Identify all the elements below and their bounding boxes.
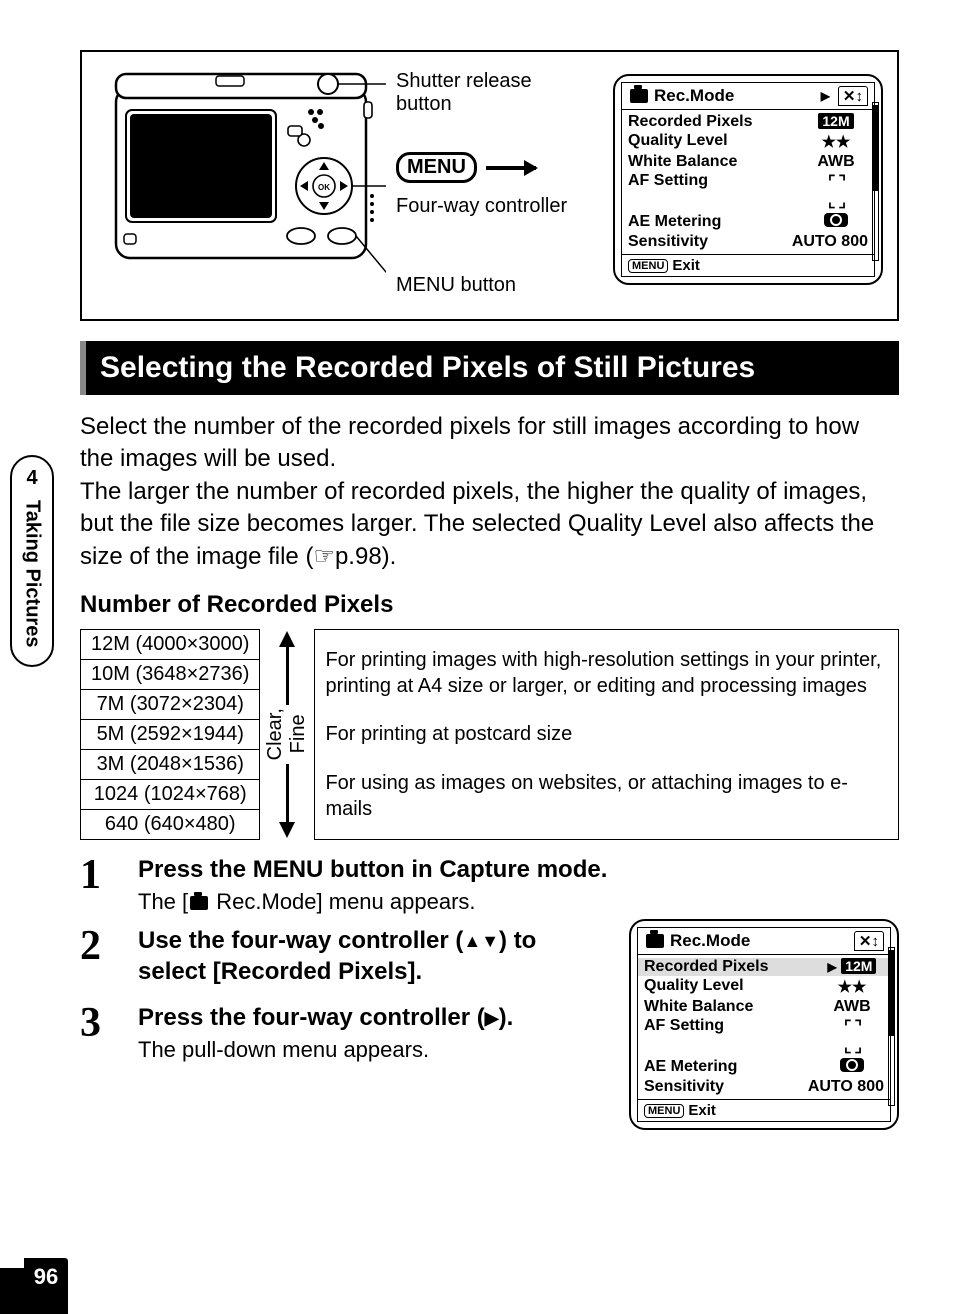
desc-mid: For printing at postcard size bbox=[325, 721, 888, 747]
pix-row: 7M (3072×2304) bbox=[81, 689, 260, 719]
chapter-title: Taking Pictures bbox=[21, 500, 44, 647]
lcd2-row0-label: Recorded Pixels bbox=[644, 958, 820, 976]
arrow-label: Clear, Fine bbox=[264, 705, 310, 763]
lcd-scrollbar bbox=[872, 102, 879, 261]
step3-note: The pull-down menu appears. bbox=[138, 1037, 566, 1063]
lcd-scrollbar bbox=[888, 947, 895, 1106]
lcd1-title: Rec.Mode bbox=[654, 86, 734, 106]
pix-row: 3M (2048×1536) bbox=[81, 749, 260, 779]
lcd2-row5-label: Sensitivity bbox=[644, 1078, 808, 1096]
arrow-right-icon bbox=[486, 166, 536, 170]
pixels-descriptions: For printing images with high-resolution… bbox=[314, 629, 899, 840]
setup-tab-icon: ✕↕ bbox=[854, 931, 884, 951]
step1-title: Press the MENU button in Capture mode. bbox=[138, 854, 899, 885]
lcd2-row5-val: AUTO 800 bbox=[808, 1078, 884, 1096]
arrow-up-icon bbox=[279, 631, 295, 647]
chapter-tab: 4 Taking Pictures bbox=[10, 455, 54, 667]
diagram-labels: Shutter release button MENU Four-way con… bbox=[396, 66, 576, 305]
menu-chip: MENU bbox=[396, 152, 477, 183]
lcd2-row2-label: White Balance bbox=[644, 998, 820, 1016]
camera-icon bbox=[630, 89, 648, 103]
lcd1-exit: Exit bbox=[672, 257, 700, 274]
lcd-screen-1: Rec.Mode ▶ ✕↕ Recorded Pixels 12M Quality… bbox=[613, 74, 883, 285]
lcd1-row2-label: White Balance bbox=[628, 153, 804, 171]
page-number: 96 bbox=[24, 1258, 68, 1296]
svg-text:OK: OK bbox=[318, 183, 330, 192]
chapter-number: 4 bbox=[26, 467, 37, 490]
arrow-down-icon bbox=[279, 822, 295, 838]
step-number: 2 bbox=[80, 925, 120, 987]
af-area-icon: ⌜ ⌝⌞ ⌟ bbox=[820, 1017, 884, 1057]
step-number: 3 bbox=[80, 1002, 120, 1063]
chevron-right-icon: ▶ bbox=[821, 89, 830, 103]
camera-icon bbox=[646, 934, 664, 948]
sub-heading: Number of Recorded Pixels bbox=[80, 591, 899, 619]
step1-note: The [ Rec.Mode] menu appears. bbox=[138, 889, 899, 915]
lcd2-row1-val: ★★ bbox=[820, 977, 884, 997]
lcd-screen-2: Rec.Mode ✕↕ Recorded Pixels▶ 12M Quality… bbox=[629, 919, 899, 1130]
lcd2-title: Rec.Mode bbox=[670, 931, 750, 951]
lcd2-row2-val: AWB bbox=[820, 998, 884, 1016]
intro-text: Select the number of the recorded pixels… bbox=[80, 411, 899, 573]
pixels-table: 12M (4000×3000) 10M (3648×2736) 7M (3072… bbox=[80, 629, 260, 840]
page: 4 Taking Pictures OK bbox=[0, 0, 954, 1180]
pix-row: 5M (2592×1944) bbox=[81, 719, 260, 749]
steps: 1 Press the MENU button in Capture mode.… bbox=[80, 854, 899, 1130]
pix-row: 1024 (1024×768) bbox=[81, 779, 260, 809]
lcd1-row3-label: AF Setting bbox=[628, 172, 804, 212]
lcd1-row2-val: AWB bbox=[804, 153, 868, 171]
step3-title: Press the four-way controller (▶). bbox=[138, 1002, 566, 1033]
lcd2-row4-label: AE Metering bbox=[644, 1058, 820, 1077]
step-number: 1 bbox=[80, 854, 120, 915]
lcd2-row3-label: AF Setting bbox=[644, 1017, 820, 1057]
camera-illustration: OK bbox=[106, 66, 386, 286]
desc-top: For printing images with high-resolution… bbox=[325, 647, 888, 699]
label-four-way: Four-way controller bbox=[396, 195, 576, 218]
camera-icon bbox=[190, 896, 208, 910]
label-shutter: Shutter release button bbox=[396, 70, 576, 116]
af-area-icon: ⌜ ⌝⌞ ⌟ bbox=[804, 172, 868, 212]
lcd1-row1-label: Quality Level bbox=[628, 132, 804, 152]
ae-metering-icon bbox=[840, 1058, 864, 1072]
ae-metering-icon bbox=[824, 213, 848, 227]
lcd1-row1-val: ★★ bbox=[804, 132, 868, 152]
menu-mini: MENU bbox=[628, 259, 668, 273]
label-menu-button: MENU button bbox=[396, 274, 576, 297]
pix-row: 12M (4000×3000) bbox=[81, 629, 260, 659]
parts-diagram: OK Shutter release button bbox=[80, 50, 899, 321]
lcd1-row5-label: Sensitivity bbox=[628, 233, 792, 251]
lcd1-row5-val: AUTO 800 bbox=[792, 233, 868, 251]
pixels-reference: 12M (4000×3000) 10M (3648×2736) 7M (3072… bbox=[80, 629, 899, 840]
menu-mini: MENU bbox=[644, 1104, 684, 1118]
lcd2-row1-label: Quality Level bbox=[644, 977, 820, 997]
step2-title: Use the four-way controller (▲▼) to sele… bbox=[138, 925, 566, 987]
section-heading: Selecting the Recorded Pixels of Still P… bbox=[80, 341, 899, 395]
desc-bot: For using as images on websites, or atta… bbox=[325, 770, 888, 822]
lcd2-exit: Exit bbox=[688, 1102, 716, 1119]
lcd1-row0-val: 12M bbox=[818, 113, 853, 129]
setup-tab-icon: ✕↕ bbox=[838, 86, 868, 106]
pix-row: 640 (640×480) bbox=[81, 809, 260, 839]
lcd2-row0-val: 12M bbox=[841, 958, 876, 974]
pix-row: 10M (3648×2736) bbox=[81, 659, 260, 689]
quality-arrow: Clear, Fine bbox=[270, 629, 304, 840]
lcd1-row0-label: Recorded Pixels bbox=[628, 113, 804, 131]
lcd1-row4-label: AE Metering bbox=[628, 213, 804, 232]
